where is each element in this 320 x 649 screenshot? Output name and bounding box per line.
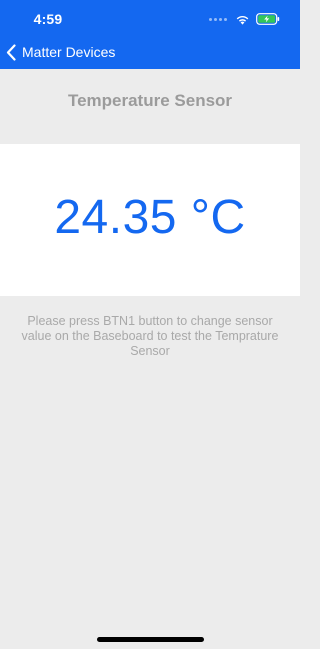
- home-indicator[interactable]: [97, 637, 204, 642]
- wifi-icon: [236, 15, 249, 25]
- chevron-left-icon: [6, 43, 16, 61]
- battery-charging-icon: [256, 13, 280, 25]
- navigation-bar: 4:59 Matter Devices: [0, 0, 300, 69]
- back-button[interactable]: Matter Devices: [6, 40, 115, 64]
- status-icons: [209, 13, 280, 25]
- instructions-text: Please press BTN1 button to change senso…: [21, 314, 279, 358]
- status-time: 4:59: [33, 11, 63, 27]
- back-button-label: Matter Devices: [22, 44, 116, 60]
- title-section: Temperature Sensor: [0, 69, 300, 144]
- cellular-dots-icon: [209, 17, 227, 21]
- page-title: Temperature Sensor: [67, 91, 233, 110]
- reading-card: 24.35 °C: [0, 144, 300, 296]
- temperature-reading: 24.35 °C: [54, 191, 246, 244]
